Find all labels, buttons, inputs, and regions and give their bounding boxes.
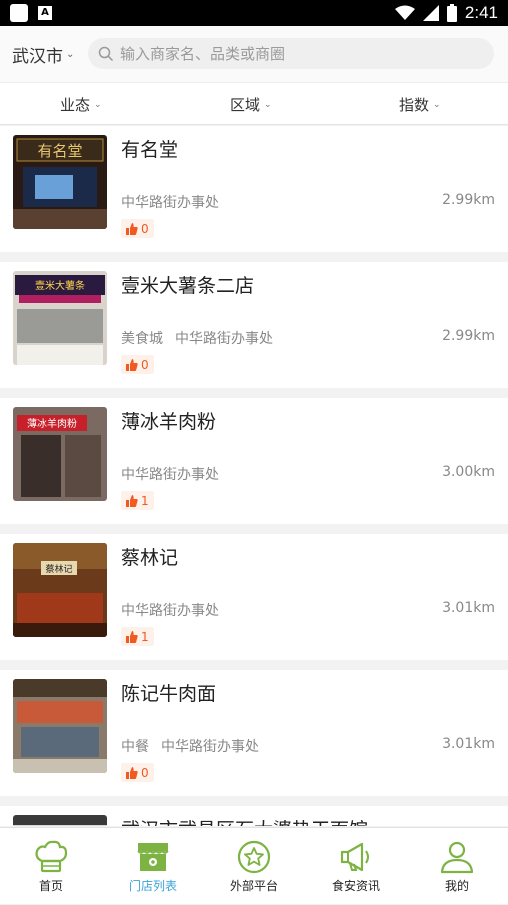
tab-store-list[interactable]: 门店列表	[102, 828, 204, 905]
store-area: 中华路街办事处	[121, 600, 219, 620]
status-bar: A 2:41	[0, 0, 508, 26]
like-count: 1	[141, 629, 149, 644]
like-badge[interactable]: 0	[121, 219, 154, 238]
store-photo: 有名堂	[13, 135, 107, 229]
store-area: 中餐 中华路街办事处	[121, 736, 259, 756]
chevron-down-icon: ⌄	[94, 99, 102, 110]
store-card[interactable]: 薄冰羊肉粉 薄冰羊肉粉 中华路街办事处 3.00km 1	[0, 398, 508, 524]
store-name: 武汉市武昌区石大婆热干面馆	[121, 815, 368, 826]
like-count: 0	[141, 357, 149, 372]
user-icon	[440, 841, 474, 874]
search-icon	[98, 46, 114, 61]
notification-icon	[10, 4, 28, 22]
wifi-icon	[394, 5, 415, 20]
store-category: 中餐	[121, 739, 149, 755]
app-notification-icon: A	[38, 6, 52, 20]
tab-external-platforms[interactable]: 外部平台	[203, 828, 305, 905]
filter-label: 区域	[230, 96, 261, 114]
thumbs-up-icon	[126, 358, 138, 371]
signal-icon	[422, 5, 439, 21]
tab-home[interactable]: 首页	[0, 828, 102, 905]
thumbs-up-icon	[126, 766, 138, 779]
filter-label: 指数	[399, 96, 430, 114]
battery-icon	[446, 4, 457, 22]
store-card[interactable]: 蔡林记 蔡林记 中华路街办事处 3.01km 1	[0, 534, 508, 660]
clock: 2:41	[464, 3, 498, 22]
store-photo: 薄冰羊肉粉	[13, 407, 107, 501]
store-name: 壹米大薯条二店	[121, 275, 255, 297]
store-area: 中华路街办事处	[121, 464, 219, 484]
storefront-icon	[137, 843, 169, 871]
store-distance: 2.99km	[442, 328, 495, 344]
svg-text:蔡林记: 蔡林记	[45, 563, 72, 575]
store-distance: 3.00km	[442, 464, 495, 480]
like-badge[interactable]: 0	[121, 355, 154, 374]
search-bar[interactable]	[88, 38, 494, 69]
tab-label: 外部平台	[229, 879, 278, 893]
svg-text:有名堂: 有名堂	[37, 142, 82, 160]
store-card[interactable]: 陈记牛肉面 中餐 中华路街办事处 3.01km 0	[0, 670, 508, 796]
store-photo: 蔡林记	[13, 543, 107, 637]
store-card[interactable]: 武汉市武昌区石大婆热干面馆	[0, 806, 508, 826]
megaphone-icon	[340, 842, 369, 872]
bottom-tab-bar: 首页 门店列表 外部平台 食安资讯 我的	[0, 827, 508, 904]
filter-bar: 业态 ⌄ 区域 ⌄ 指数 ⌄	[0, 82, 508, 125]
city-label: 武汉市	[12, 47, 63, 67]
search-input[interactable]	[120, 44, 480, 63]
svg-text:壹米大薯条: 壹米大薯条	[35, 279, 85, 292]
store-district: 中华路街办事处	[121, 467, 219, 483]
tab-label: 门店列表	[128, 879, 177, 893]
store-district: 中华路街办事处	[121, 603, 219, 619]
store-area: 美食城 中华路街办事处	[121, 328, 273, 348]
city-selector[interactable]: 武汉市 ⌄	[12, 42, 74, 67]
filter-index[interactable]: 指数 ⌄	[399, 94, 441, 115]
like-count: 0	[141, 765, 149, 780]
thumbs-up-icon	[126, 494, 138, 507]
store-area: 中华路街办事处	[121, 192, 219, 212]
store-list: 有名堂 有名堂 中华路街办事处 2.99km 0 壹米大薯条 壹米大薯条二店 美…	[0, 126, 508, 826]
chevron-down-icon: ⌄	[264, 99, 272, 110]
thumbs-up-icon	[126, 222, 138, 235]
chevron-down-icon: ⌄	[433, 99, 441, 110]
tab-label: 首页	[38, 879, 63, 893]
star-circle-icon	[237, 840, 271, 874]
filter-business-type[interactable]: 业态 ⌄	[60, 94, 102, 115]
store-name: 蔡林记	[121, 547, 179, 569]
store-distance: 2.99km	[442, 192, 495, 208]
store-category: 美食城	[121, 331, 163, 347]
store-distance: 3.01km	[442, 600, 495, 616]
top-bar: 武汉市 ⌄	[0, 26, 508, 82]
like-count: 0	[141, 221, 149, 236]
store-distance: 3.01km	[442, 736, 495, 752]
like-badge[interactable]: 1	[121, 491, 154, 510]
svg-text:薄冰羊肉粉: 薄冰羊肉粉	[27, 417, 77, 430]
store-photo	[13, 815, 107, 826]
tab-label: 食安资讯	[331, 879, 380, 893]
tab-food-safety-news[interactable]: 食安资讯	[305, 828, 407, 905]
filter-region[interactable]: 区域 ⌄	[230, 94, 272, 115]
tab-label: 我的	[444, 879, 469, 893]
thumbs-up-icon	[126, 630, 138, 643]
store-district: 中华路街办事处	[161, 739, 259, 755]
filter-label: 业态	[60, 96, 91, 114]
store-district: 中华路街办事处	[175, 331, 273, 347]
tab-mine[interactable]: 我的	[406, 828, 508, 905]
store-card[interactable]: 壹米大薯条 壹米大薯条二店 美食城 中华路街办事处 2.99km 0	[0, 262, 508, 388]
store-photo	[13, 679, 107, 773]
store-card[interactable]: 有名堂 有名堂 中华路街办事处 2.99km 0	[0, 126, 508, 252]
chevron-down-icon: ⌄	[66, 49, 75, 60]
store-name: 有名堂	[121, 139, 179, 161]
like-count: 1	[141, 493, 149, 508]
like-badge[interactable]: 0	[121, 763, 154, 782]
store-district: 中华路街办事处	[121, 195, 219, 211]
chef-hat-icon	[35, 840, 68, 873]
store-photo: 壹米大薯条	[13, 271, 107, 365]
store-name: 薄冰羊肉粉	[121, 411, 217, 433]
like-badge[interactable]: 1	[121, 627, 154, 646]
store-name: 陈记牛肉面	[121, 683, 217, 705]
